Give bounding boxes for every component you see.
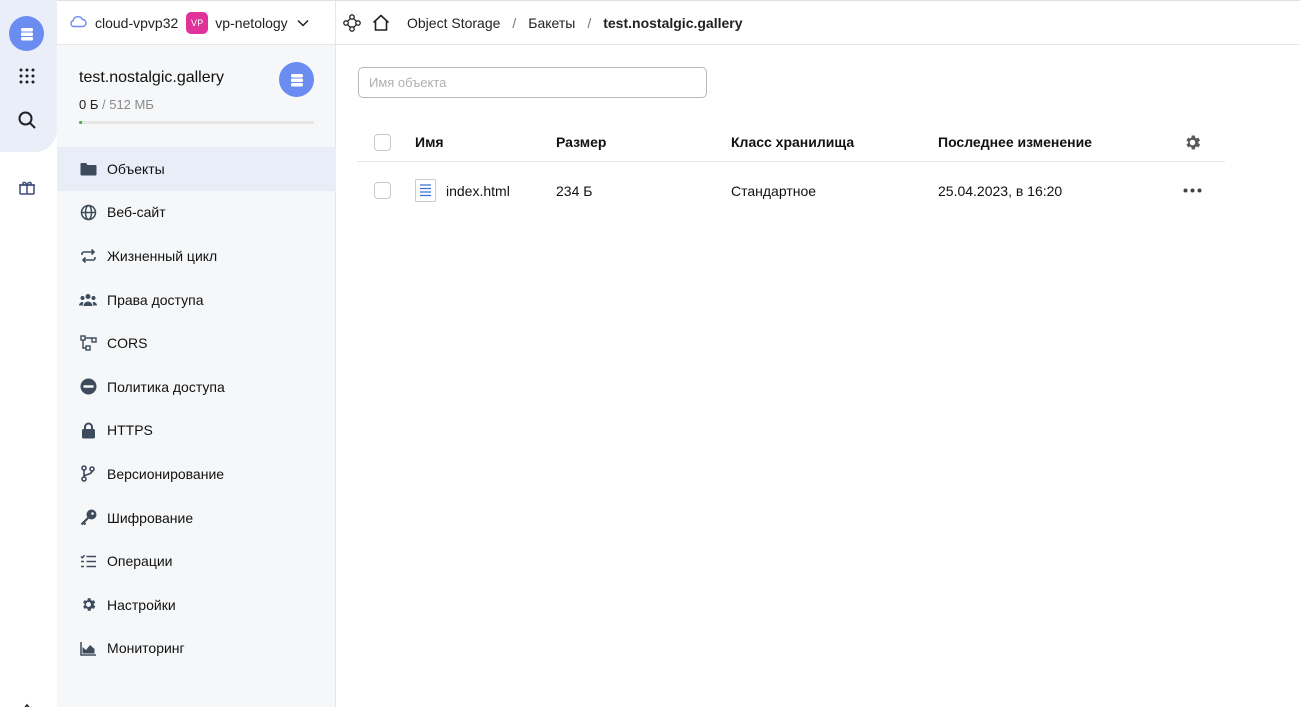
list-icon <box>79 552 97 570</box>
sidebar-item-label: Мониторинг <box>107 640 185 657</box>
row-checkbox[interactable] <box>374 182 391 199</box>
context-switcher[interactable]: cloud-vpvp32 VP vp-netology <box>57 0 336 45</box>
collapse-chevron-icon[interactable] <box>21 698 33 707</box>
bucket-sidebar: test.nostalgic.gallery 0 Б / 512 МБ Объе… <box>57 45 336 707</box>
users-icon <box>79 291 97 309</box>
chart-icon <box>79 639 97 657</box>
home-icon[interactable] <box>369 11 393 35</box>
column-header-modified[interactable]: Последнее изменение <box>938 123 1092 161</box>
bucket-name: test.nostalgic.gallery <box>79 69 224 86</box>
bucket-usage-text: 0 Б / 512 МБ <box>79 97 154 112</box>
object-search-input[interactable] <box>358 67 707 98</box>
usage-progress-fill <box>79 121 82 124</box>
table-header-row: Имя Размер Класс хранилища Последнее изм… <box>357 123 1225 162</box>
branch-icon <box>79 465 97 483</box>
sidebar-item-access-rights[interactable]: Права доступа <box>57 278 336 322</box>
lock-icon <box>79 421 97 439</box>
usage-progress-bar <box>79 121 314 124</box>
network-icon[interactable] <box>340 11 364 35</box>
breadcrumb-separator: / <box>512 14 517 31</box>
sidebar-item-label: Версионирование <box>107 465 225 482</box>
left-rail <box>0 0 57 707</box>
column-header-name[interactable]: Имя <box>415 123 444 161</box>
object-modified: 25.04.2023, в 16:20 <box>938 182 1063 199</box>
cors-icon <box>79 334 97 352</box>
key-icon <box>79 509 97 527</box>
sidebar-item-website[interactable]: Веб-сайт <box>57 191 336 235</box>
sidebar-item-label: Жизненный цикл <box>107 247 218 264</box>
sidebar-item-label: HTTPS <box>107 422 153 439</box>
gift-box-icon[interactable] <box>9 170 44 205</box>
policy-icon <box>79 378 97 396</box>
sidebar-item-label: Политика доступа <box>107 378 225 395</box>
search-icon[interactable] <box>9 102 44 137</box>
object-name[interactable]: index.html <box>446 183 510 199</box>
sidebar-item-encryption[interactable]: Шифрование <box>57 496 336 540</box>
globe-icon <box>79 203 97 221</box>
breadcrumb-current-bucket: test.nostalgic.gallery <box>603 14 743 31</box>
more-actions-icon[interactable] <box>1183 162 1202 219</box>
breadcrumb-buckets[interactable]: Бакеты <box>528 15 575 31</box>
table-settings-gear-icon[interactable] <box>1183 123 1202 161</box>
bucket-limit: / 512 МБ <box>102 97 154 112</box>
object-name-cell[interactable]: index.html <box>415 162 510 219</box>
all-services-grid-icon[interactable] <box>9 58 44 93</box>
folder-badge: VP <box>186 11 209 34</box>
objects-panel: Имя Размер Класс хранилища Последнее изм… <box>336 45 1300 707</box>
sidebar-item-cors[interactable]: CORS <box>57 321 336 365</box>
row-select-cell <box>374 162 391 219</box>
objects-table: Имя Размер Класс хранилища Последнее изм… <box>357 123 1225 219</box>
sidebar-item-label: Шифрование <box>107 509 194 526</box>
top-header: cloud-vpvp32 VP vp-netology Object Stora… <box>57 0 1300 45</box>
folder-icon <box>79 160 97 178</box>
cloud-name[interactable]: cloud-vpvp32 <box>95 15 178 31</box>
table-row[interactable]: index.html 234 Б Стандартное 25.04.2023,… <box>357 162 1225 219</box>
breadcrumb-separator: / <box>587 14 592 31</box>
cloud-icon <box>69 14 87 31</box>
sidebar-item-versioning[interactable]: Версионирование <box>57 452 336 496</box>
object-storage-class: Стандартное <box>731 182 817 199</box>
chevron-down-icon[interactable] <box>296 16 310 30</box>
bucket-avatar-icon <box>279 62 314 97</box>
sidebar-item-label: Объекты <box>107 160 165 177</box>
column-header-size[interactable]: Размер <box>556 123 606 161</box>
select-all-checkbox[interactable] <box>374 133 391 151</box>
sidebar-item-label: Настройки <box>107 596 176 613</box>
sidebar-item-access-policy[interactable]: Политика доступа <box>57 365 336 409</box>
folder-name[interactable]: vp-netology <box>215 15 287 31</box>
object-size: 234 Б <box>556 182 593 199</box>
sidebar-item-label: CORS <box>107 335 148 352</box>
bucket-used: 0 Б <box>79 97 99 112</box>
cycle-icon <box>79 247 97 265</box>
sidebar-item-monitoring[interactable]: Мониторинг <box>57 627 336 671</box>
breadcrumb: Object Storage / Бакеты / test.nostalgic… <box>407 15 743 31</box>
sidebar-item-https[interactable]: HTTPS <box>57 409 336 453</box>
sidebar-item-lifecycle[interactable]: Жизненный цикл <box>57 234 336 278</box>
sidebar-item-settings[interactable]: Настройки <box>57 583 336 627</box>
object-storage-logo-icon[interactable] <box>9 16 44 51</box>
sidebar-item-objects[interactable]: Объекты <box>57 147 336 191</box>
select-all-cell <box>374 123 391 161</box>
file-text-icon <box>415 179 436 202</box>
sidebar-nav: Объекты Веб-сайт Жизненный цикл Права до… <box>57 147 336 670</box>
gear-icon <box>79 596 97 614</box>
breadcrumb-object-storage[interactable]: Object Storage <box>407 15 500 31</box>
sidebar-item-label: Операции <box>107 553 173 570</box>
sidebar-item-operations[interactable]: Операции <box>57 539 336 583</box>
sidebar-item-label: Веб-сайт <box>107 204 166 221</box>
sidebar-item-label: Права доступа <box>107 291 204 308</box>
column-header-storage-class[interactable]: Класс хранилища <box>731 123 854 161</box>
